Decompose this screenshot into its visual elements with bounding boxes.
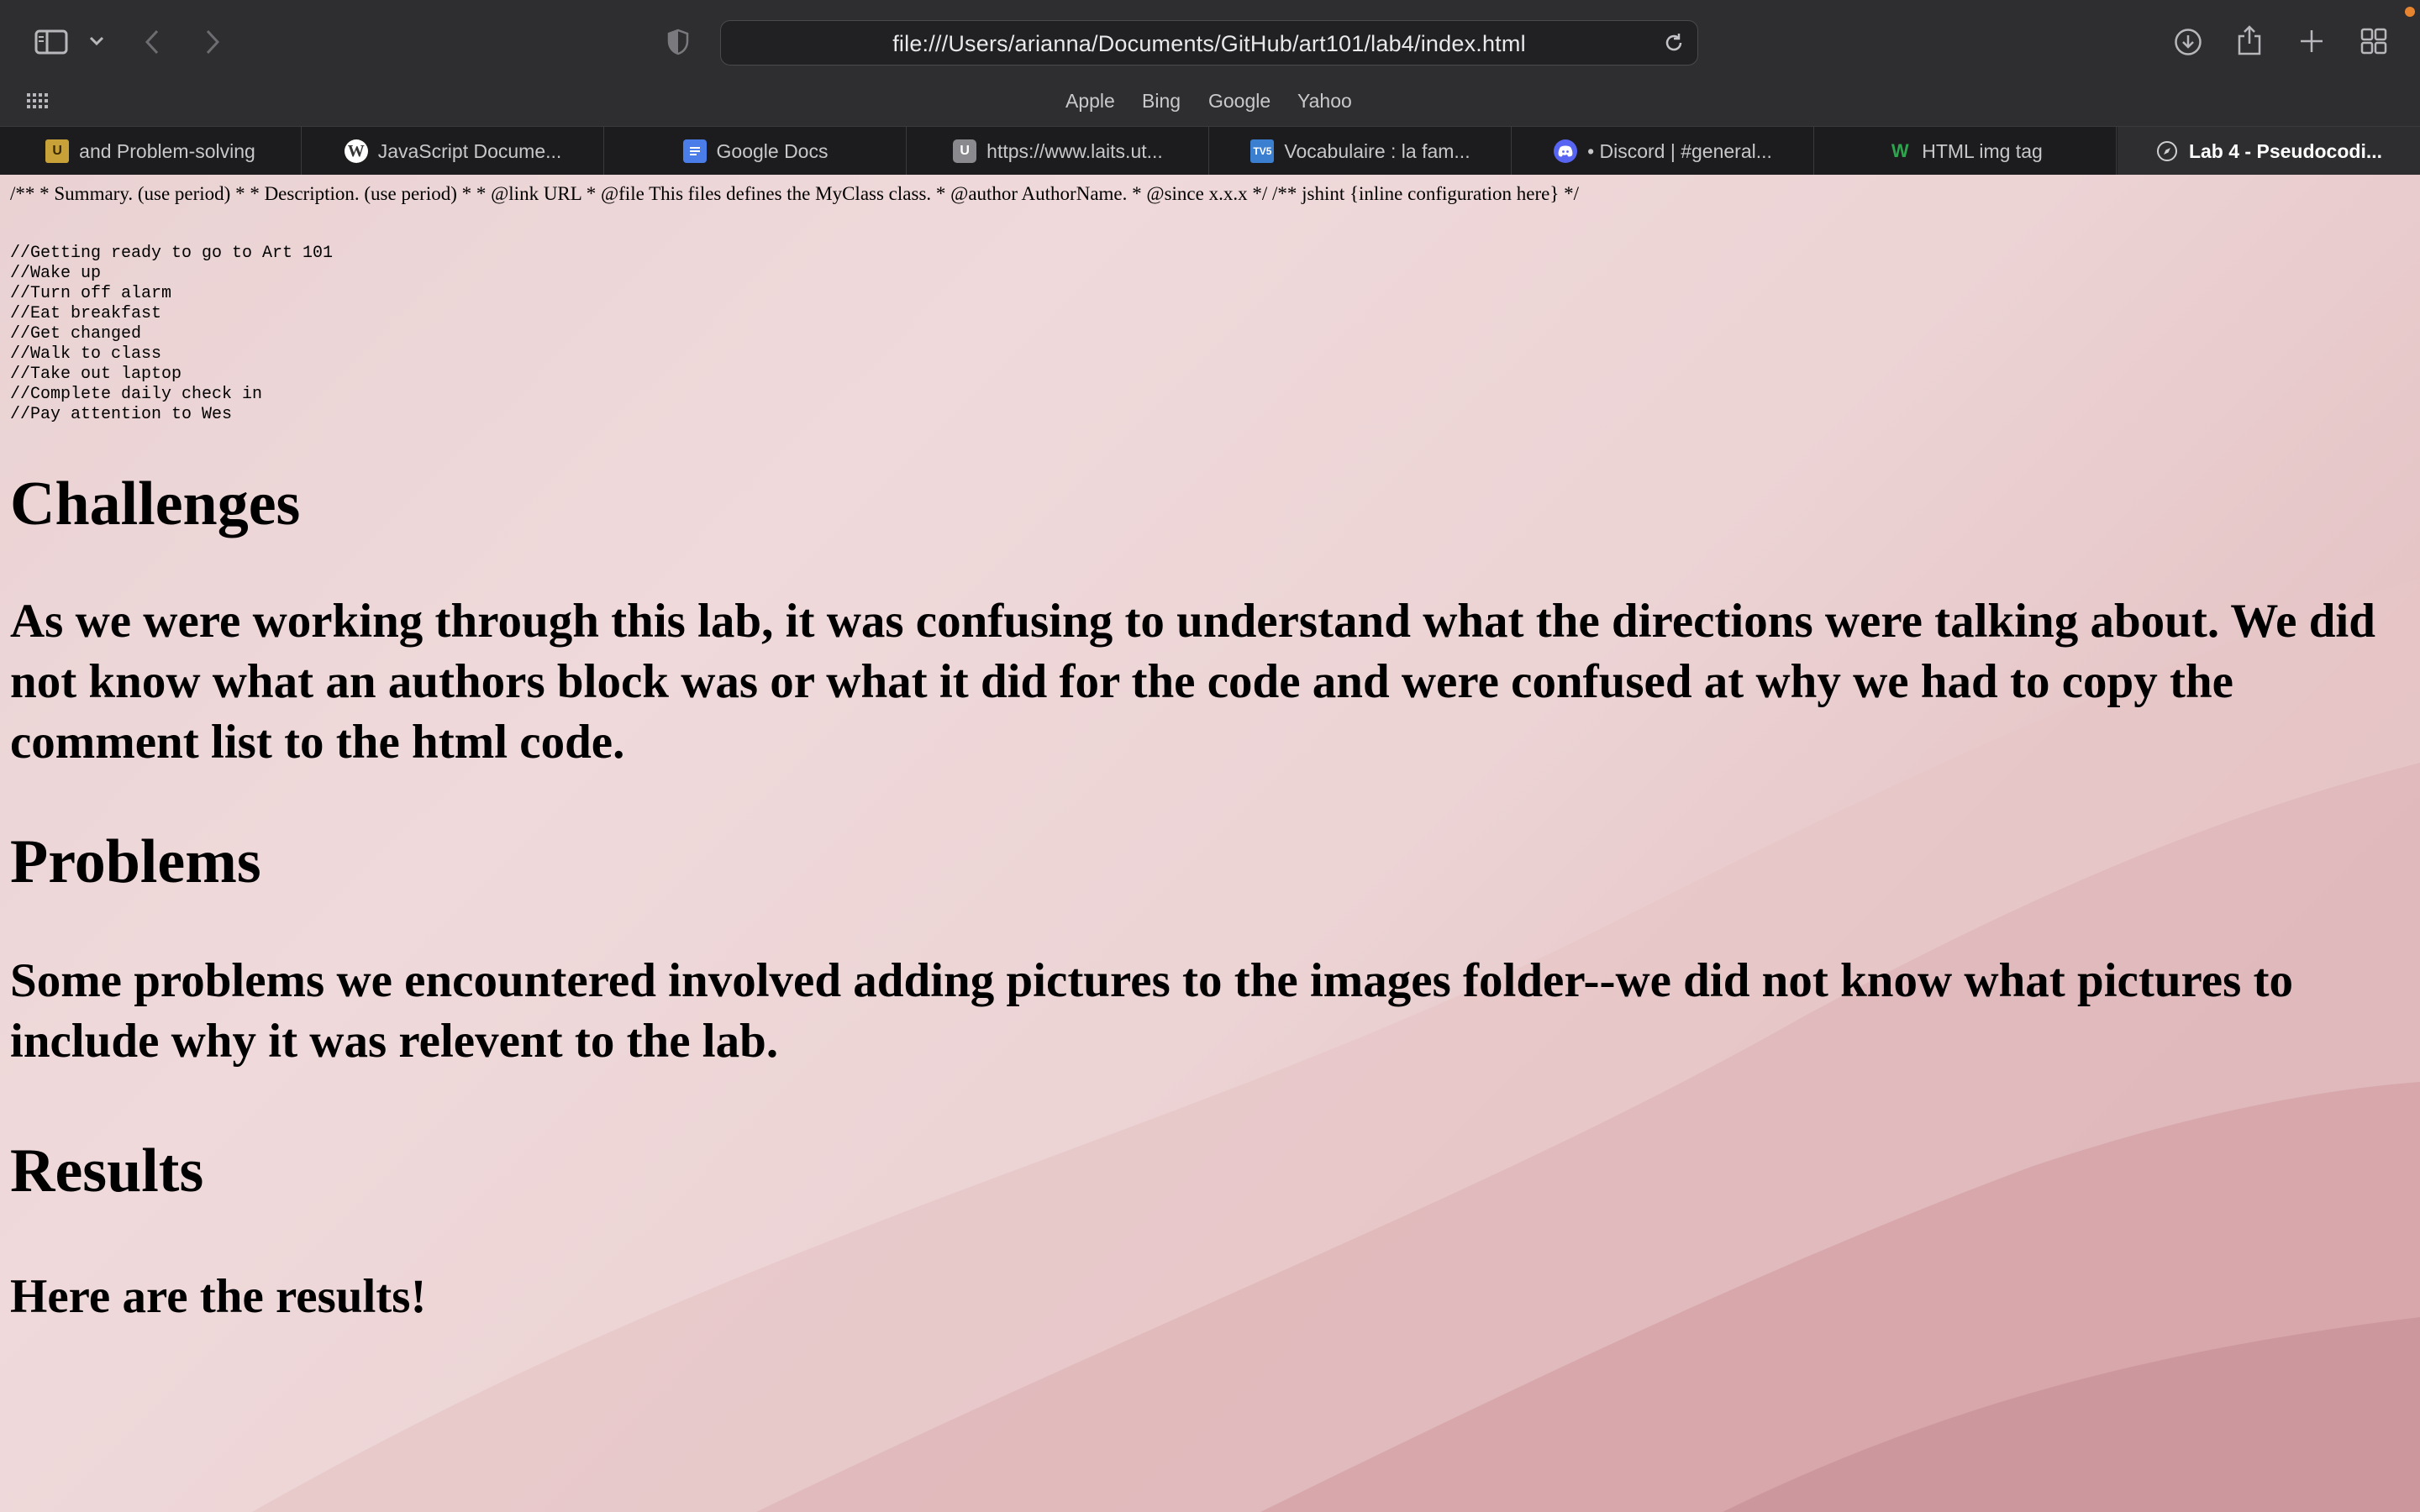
w3-icon: W <box>1891 140 1909 161</box>
web-page: /** * Summary. (use period) * * Descript… <box>0 175 2420 1512</box>
browser-toolbar: file:///Users/arianna/Documents/GitHub/a… <box>0 0 2420 126</box>
ucsc-icon: U <box>45 139 70 163</box>
favorite-apple[interactable]: Apple <box>1065 87 1115 114</box>
sidebar-toggle-icon[interactable] <box>34 28 69 56</box>
tab-laits[interactable]: U https://www.laits.ut... <box>908 127 1209 176</box>
chevron-down-icon[interactable] <box>87 32 106 50</box>
privacy-shield-icon[interactable] <box>666 27 691 57</box>
tab-overview-icon[interactable] <box>2360 27 2388 55</box>
tab-vocabulaire[interactable]: TV5 Vocabulaire : la fam... <box>1210 127 1512 176</box>
results-text: Here are the results! <box>10 1270 427 1323</box>
new-tab-plus-icon[interactable] <box>2297 27 2326 55</box>
tv5-icon: TV5 <box>1250 139 1275 163</box>
tab-label: Google Docs <box>716 139 829 162</box>
notification-dot <box>2405 7 2415 17</box>
letter-u-icon: U <box>953 139 977 163</box>
tab-label: Lab 4 - Pseudocodi... <box>2188 139 2383 162</box>
reload-icon[interactable] <box>1662 31 1686 55</box>
challenges-heading: Challenges <box>10 470 301 538</box>
back-arrow-icon[interactable] <box>141 27 163 57</box>
wordpress-icon: W <box>344 139 368 163</box>
pseudocode-block: //Getting ready to go to Art 101 //Wake … <box>10 244 334 424</box>
apps-grid-icon[interactable] <box>25 91 49 111</box>
tab-javascript-docs[interactable]: W JavaScript Docume... <box>302 127 604 176</box>
address-bar[interactable]: file:///Users/arianna/Documents/GitHub/a… <box>720 20 1698 66</box>
problems-heading: Problems <box>10 827 261 896</box>
forward-arrow-icon[interactable] <box>202 27 224 57</box>
favorite-yahoo[interactable]: Yahoo <box>1297 87 1352 114</box>
tab-label: JavaScript Docume... <box>377 139 562 162</box>
share-icon[interactable] <box>2235 24 2264 57</box>
doc-comment-text: /** * Summary. (use period) * * Descript… <box>10 183 1580 204</box>
tab-discord[interactable]: • Discord | #general... <box>1512 127 1814 176</box>
tab-label: • Discord | #general... <box>1587 139 1772 162</box>
results-heading: Results <box>10 1137 204 1205</box>
download-icon[interactable] <box>2173 27 2203 57</box>
tab-label: https://www.laits.ut... <box>986 139 1163 162</box>
problems-text: Some problems we encountered involved ad… <box>10 954 2294 1068</box>
google-docs-icon <box>682 139 707 163</box>
tab-google-docs[interactable]: Google Docs <box>605 127 907 176</box>
favorite-google[interactable]: Google <box>1208 87 1270 114</box>
favorite-bing[interactable]: Bing <box>1142 87 1181 114</box>
tab-lab4-active[interactable]: Lab 4 - Pseudocodi... <box>2118 127 2420 176</box>
compass-icon <box>2155 139 2179 163</box>
tab-label: and Problem-solving <box>79 139 255 162</box>
tab-label: HTML img tag <box>1922 139 2043 162</box>
challenges-text: As we were working through this lab, it … <box>10 595 2375 769</box>
tab-label: Vocabulaire : la fam... <box>1284 139 1470 162</box>
tab-html-img[interactable]: W HTML img tag <box>1815 127 2117 176</box>
url-text[interactable]: file:///Users/arianna/Documents/GitHub/a… <box>721 21 1697 66</box>
tab-problem-solving[interactable]: U and Problem-solving <box>0 127 302 176</box>
discord-icon <box>1554 139 1578 163</box>
tab-bar: U and Problem-solving W JavaScript Docum… <box>0 126 2420 176</box>
